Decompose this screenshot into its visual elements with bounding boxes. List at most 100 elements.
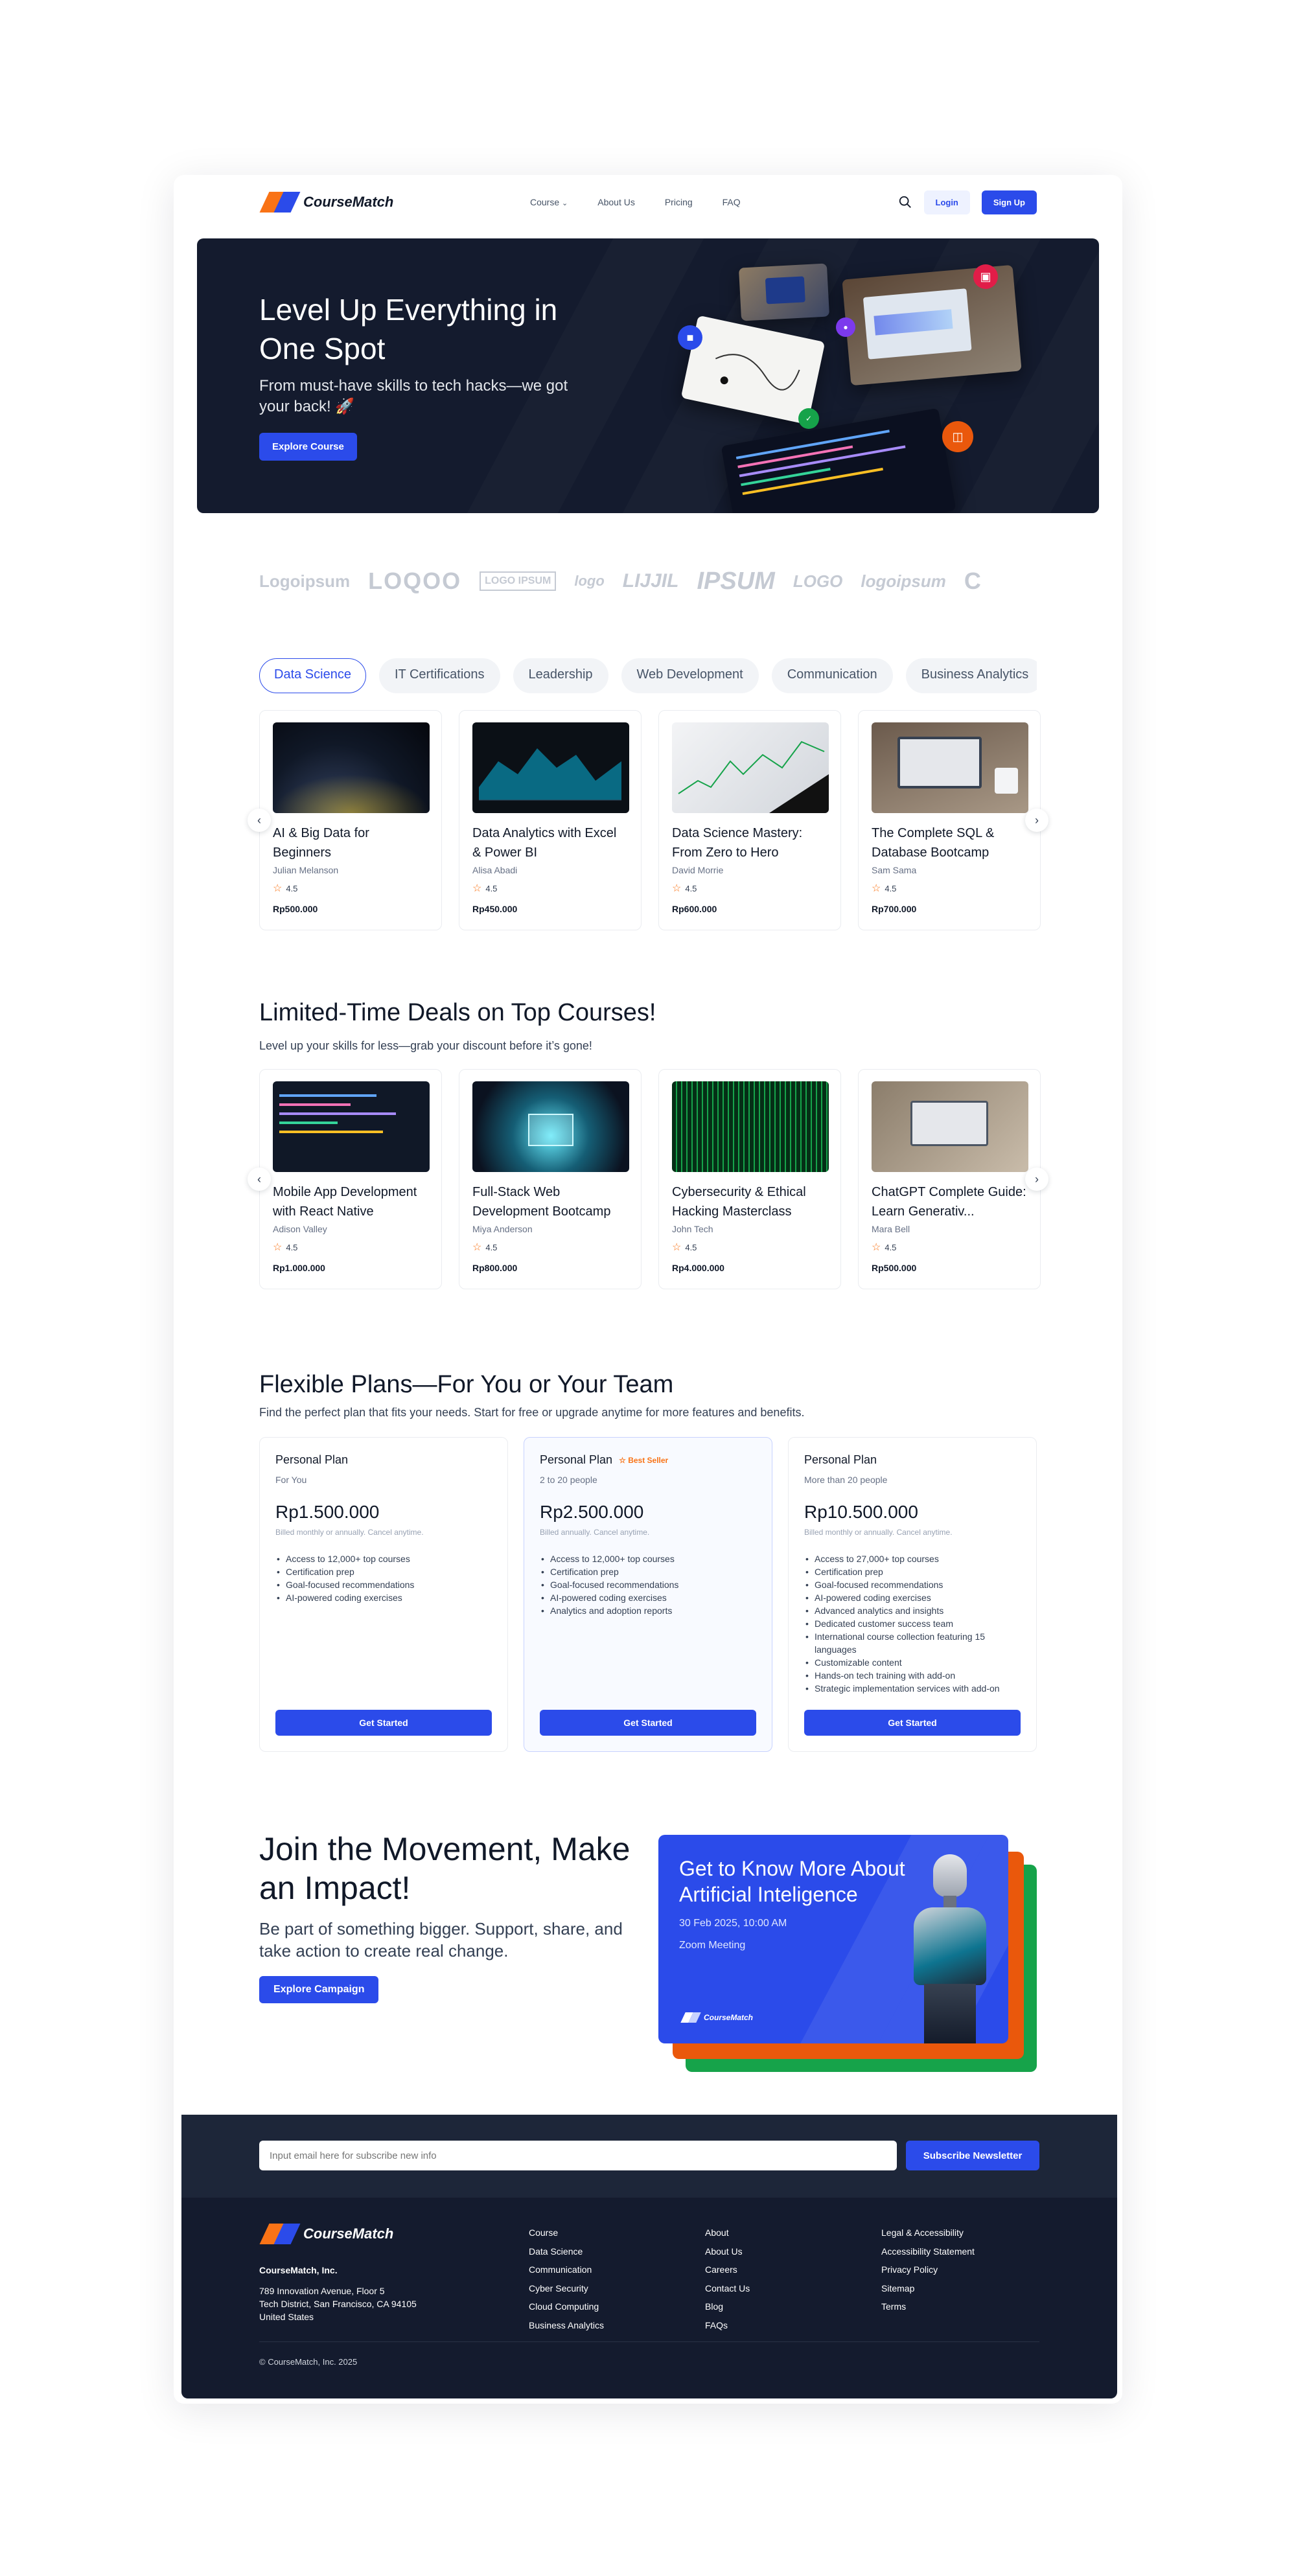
course-author: Julian Melanson bbox=[273, 865, 339, 875]
course-card[interactable]: Mobile App Development with React Native… bbox=[259, 1069, 442, 1289]
tab-leadership[interactable]: Leadership bbox=[513, 658, 608, 693]
footer-link[interactable]: Course bbox=[529, 2224, 604, 2242]
plan-feature: AI-powered coding exercises bbox=[804, 1591, 1021, 1604]
chevron-down-icon: ⌄ bbox=[562, 200, 568, 207]
nav-item-about-us[interactable]: About Us bbox=[597, 197, 635, 207]
course-title: The Complete SQL & Database Bootcamp bbox=[872, 826, 995, 860]
plan-feature: Goal-focused recommendations bbox=[540, 1578, 756, 1591]
carousel-prev-button[interactable]: ‹ bbox=[248, 1167, 271, 1191]
course-price: Rp700.000 bbox=[872, 904, 917, 914]
footer-link[interactable]: Business Analytics bbox=[529, 2316, 604, 2335]
footer-link[interactable]: Privacy Policy bbox=[881, 2260, 975, 2279]
chevron-right-icon: › bbox=[1035, 1172, 1039, 1186]
footer-link[interactable]: About Us bbox=[705, 2242, 750, 2261]
course-price: Rp450.000 bbox=[472, 904, 518, 914]
carousel-next-button[interactable]: › bbox=[1025, 809, 1048, 832]
plan-feature: Access to 12,000+ top courses bbox=[275, 1552, 492, 1565]
footer-link[interactable]: Contact Us bbox=[705, 2279, 750, 2298]
course-card[interactable]: AI & Big Data for Beginners Julian Melan… bbox=[259, 710, 442, 930]
tab-web-development[interactable]: Web Development bbox=[621, 658, 759, 693]
footer-link[interactable]: Cloud Computing bbox=[529, 2297, 604, 2316]
signup-button[interactable]: Sign Up bbox=[981, 190, 1037, 214]
course-title: Data Analytics with Excel & Power BI bbox=[472, 826, 617, 860]
plan-feature: Dedicated customer success team bbox=[804, 1617, 1021, 1630]
course-card[interactable]: Cybersecurity & Ethical Hacking Mastercl… bbox=[658, 1069, 841, 1289]
login-button[interactable]: Login bbox=[923, 190, 970, 214]
course-card[interactable]: The Complete SQL & Database Bootcamp Sam… bbox=[858, 710, 1041, 930]
nav-item-faq[interactable]: FAQ bbox=[723, 197, 741, 207]
course-rating: ☆ 4.5 bbox=[872, 1242, 897, 1253]
footer-link[interactable]: Legal & Accessibility bbox=[881, 2224, 975, 2242]
chevron-left-icon: ‹ bbox=[257, 813, 261, 827]
footer-column-about: About About Us Careers Contact Us Blog F… bbox=[705, 2224, 750, 2334]
newsletter-email-input[interactable] bbox=[259, 2141, 897, 2170]
course-author: David Morrie bbox=[672, 865, 724, 875]
footer-address: 789 Innovation Avenue, Floor 5 Tech Dist… bbox=[259, 2286, 417, 2322]
star-icon: ☆ bbox=[273, 883, 283, 894]
tab-data-science[interactable]: Data Science bbox=[259, 658, 366, 693]
course-card[interactable]: Data Science Mastery: From Zero to Hero … bbox=[658, 710, 841, 930]
footer-link[interactable]: FAQs bbox=[705, 2316, 750, 2335]
get-started-button[interactable]: Get Started bbox=[804, 1710, 1021, 1736]
course-price: Rp800.000 bbox=[472, 1263, 518, 1273]
footer-link[interactable]: Blog bbox=[705, 2297, 750, 2316]
footer-link[interactable]: Data Science bbox=[529, 2242, 604, 2261]
course-thumbnail bbox=[872, 722, 1028, 813]
footer-link[interactable]: Communication bbox=[529, 2260, 604, 2279]
plan-feature: Hands-on tech training with add-on bbox=[804, 1669, 1021, 1682]
course-rating: ☆ 4.5 bbox=[872, 883, 897, 894]
footer-link[interactable]: Cyber Security bbox=[529, 2279, 604, 2298]
pricing-plans: Personal Plan For You Rp1.500.000 Billed… bbox=[259, 1437, 1037, 1752]
plan-feature: AI-powered coding exercises bbox=[275, 1591, 492, 1604]
robot-image bbox=[905, 1854, 995, 2043]
footer-link[interactable]: Accessibility Statement bbox=[881, 2242, 975, 2261]
search-icon[interactable] bbox=[898, 195, 912, 209]
star-icon: ☆ bbox=[472, 883, 482, 894]
campaign-event-card[interactable]: Get to Know More About Artificial Inteli… bbox=[658, 1835, 1008, 2043]
carousel-next-button[interactable]: › bbox=[1025, 1167, 1048, 1191]
subscribe-newsletter-button[interactable]: Subscribe Newsletter bbox=[906, 2141, 1039, 2170]
star-icon: ☆ bbox=[872, 883, 881, 894]
chevron-right-icon: › bbox=[1035, 813, 1039, 827]
course-card[interactable]: ChatGPT Complete Guide: Learn Generativ.… bbox=[858, 1069, 1041, 1289]
category-tabs: Data Science IT Certifications Leadershi… bbox=[259, 658, 1037, 693]
partner-logo: Logoipsum bbox=[259, 571, 351, 591]
explore-course-button[interactable]: Explore Course bbox=[259, 433, 357, 461]
carousel-prev-button[interactable]: ‹ bbox=[248, 809, 271, 832]
partner-logo: IPSUM bbox=[697, 567, 775, 595]
newsletter-bar: Subscribe Newsletter bbox=[181, 2115, 1117, 2198]
plan-feature: Goal-focused recommendations bbox=[804, 1578, 1021, 1591]
event-date: 30 Feb 2025, 10:00 AM bbox=[679, 1918, 787, 1929]
footer-link[interactable]: About bbox=[705, 2224, 750, 2242]
plan-card: Personal Plan For You Rp1.500.000 Billed… bbox=[259, 1437, 508, 1752]
main-menu: Course ⌄ About Us Pricing FAQ bbox=[530, 197, 741, 207]
plan-features: Access to 12,000+ top courses Certificat… bbox=[540, 1552, 756, 1617]
tab-communication[interactable]: Communication bbox=[771, 658, 893, 693]
get-started-button[interactable]: Get Started bbox=[275, 1710, 492, 1736]
plans-subtitle: Find the perfect plan that fits your nee… bbox=[259, 1406, 805, 1419]
course-card[interactable]: Full-Stack Web Development Bootcamp Miya… bbox=[459, 1069, 642, 1289]
course-title: Data Science Mastery: From Zero to Hero bbox=[672, 826, 803, 860]
plan-feature: Advanced analytics and insights bbox=[804, 1604, 1021, 1617]
footer-divider bbox=[259, 2341, 1039, 2342]
footer-brand-logo[interactable]: CourseMatch bbox=[259, 2224, 393, 2244]
footer-link[interactable]: Terms bbox=[881, 2297, 975, 2316]
open-book-icon: ◫ bbox=[942, 421, 973, 452]
footer-link[interactable]: Careers bbox=[705, 2260, 750, 2279]
nav-actions: Login Sign Up bbox=[898, 190, 1037, 214]
tab-it-certifications[interactable]: IT Certifications bbox=[378, 658, 500, 693]
nav-item-course[interactable]: Course ⌄ bbox=[530, 197, 568, 207]
logo-mark-icon bbox=[259, 2224, 301, 2244]
footer-link[interactable]: Sitemap bbox=[881, 2279, 975, 2298]
footer-column-course: Course Data Science Communication Cyber … bbox=[529, 2224, 604, 2334]
explore-campaign-button[interactable]: Explore Campaign bbox=[259, 1976, 379, 2003]
gift-icon: ▣ bbox=[973, 264, 998, 289]
brand-logo[interactable]: CourseMatch bbox=[259, 192, 393, 213]
brand-name: CourseMatch bbox=[303, 2225, 394, 2242]
course-author: John Tech bbox=[672, 1224, 713, 1234]
tab-business-analytics[interactable]: Business Analytics bbox=[905, 658, 1037, 693]
course-card[interactable]: Data Analytics with Excel & Power BI Ali… bbox=[459, 710, 642, 930]
course-thumbnail bbox=[472, 722, 629, 813]
nav-item-pricing[interactable]: Pricing bbox=[665, 197, 693, 207]
get-started-button[interactable]: Get Started bbox=[540, 1710, 756, 1736]
